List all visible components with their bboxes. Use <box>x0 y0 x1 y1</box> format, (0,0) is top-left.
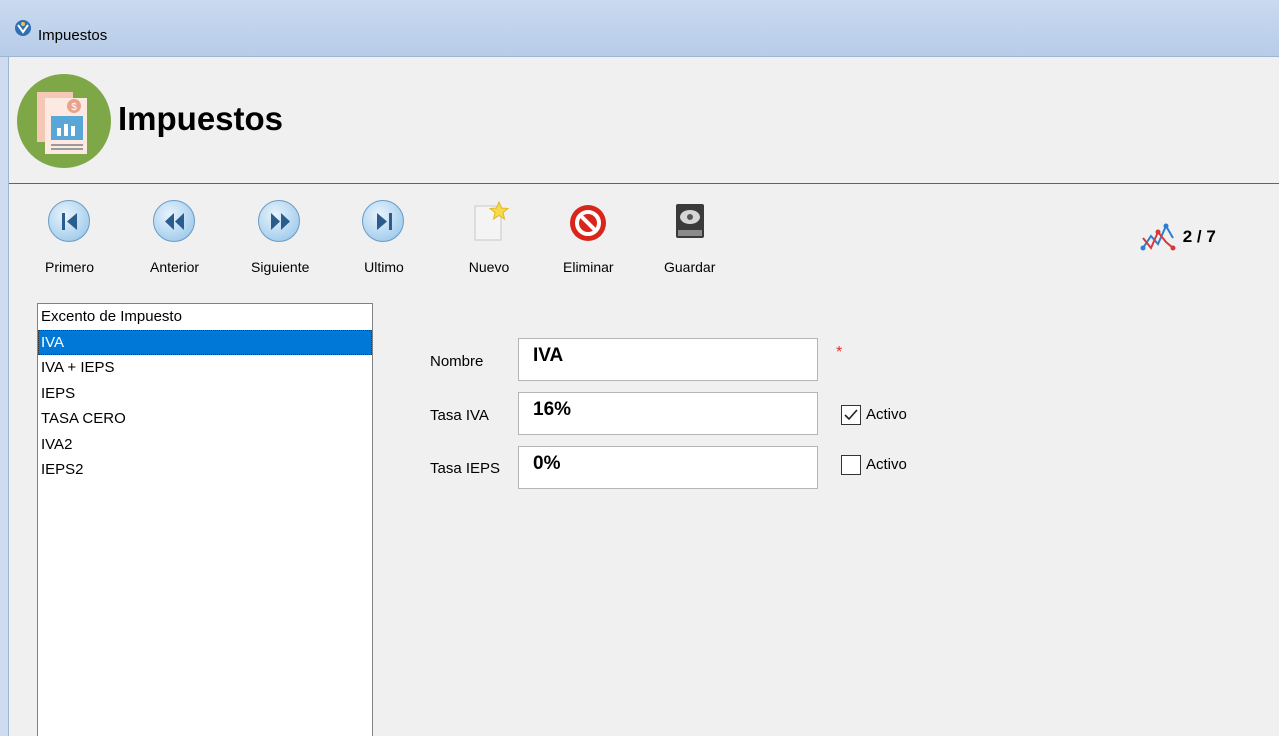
first-record-icon <box>47 200 90 242</box>
activo-iva-checkbox[interactable] <box>841 405 861 425</box>
header-divider <box>9 183 1279 184</box>
list-item[interactable]: Excento de Impuesto <box>38 304 372 330</box>
previous-record-icon <box>152 200 195 242</box>
first-button[interactable]: Primero <box>45 200 94 275</box>
delete-button[interactable]: Eliminar <box>563 200 614 275</box>
tasa-iva-field[interactable]: 16% <box>518 392 818 435</box>
list-item[interactable]: IVA2 <box>38 432 372 458</box>
save-button[interactable]: Guardar <box>664 200 715 275</box>
nombre-field[interactable]: IVA <box>518 338 818 381</box>
new-button[interactable]: Nuevo <box>467 200 511 275</box>
list-item[interactable]: IEPS <box>38 381 372 407</box>
window-titlebar[interactable]: Impuestos <box>0 0 1279 57</box>
new-button-label: Nuevo <box>468 259 510 275</box>
new-document-icon <box>474 200 510 241</box>
first-button-label: Primero <box>45 259 95 275</box>
next-button-label: Siguiente <box>251 259 310 275</box>
checkmark-icon <box>844 409 858 421</box>
delete-button-label: Eliminar <box>563 259 614 275</box>
tasa-iva-label: Tasa IVA <box>430 407 489 424</box>
delete-icon <box>570 205 607 241</box>
list-item[interactable]: TASA CERO <box>38 406 372 432</box>
save-button-label: Guardar <box>664 259 716 275</box>
record-counter-text: 2 / 7 <box>1182 227 1216 246</box>
record-counter: 2 / 7 <box>1140 220 1216 254</box>
activo-ieps-label: Activo <box>866 456 907 473</box>
previous-button-label: Anterior <box>150 259 200 275</box>
activo-ieps-checkbox[interactable] <box>841 455 861 475</box>
next-button[interactable]: Siguiente <box>251 200 309 275</box>
list-item[interactable]: IVA <box>38 329 372 355</box>
next-record-icon <box>258 200 301 242</box>
tasa-ieps-label: Tasa IEPS <box>430 460 501 477</box>
window-title: Impuestos <box>38 27 108 44</box>
previous-button[interactable]: Anterior <box>150 200 199 275</box>
nombre-label: Nombre <box>430 353 484 370</box>
page-title: Impuestos <box>118 100 284 137</box>
last-record-icon <box>362 200 404 242</box>
activo-iva-label: Activo <box>866 406 907 423</box>
tax-list[interactable]: Excento de Impuesto IVA IVA + IEPS IEPS TASA… <box>37 303 373 736</box>
tasa-ieps-field[interactable]: 0% <box>518 446 818 489</box>
required-mark: * <box>836 344 843 361</box>
last-button-label: Ultimo <box>364 259 404 275</box>
save-disk-icon <box>675 204 704 238</box>
svg-text:$: $ <box>71 102 77 113</box>
app-icon <box>15 20 31 36</box>
list-item[interactable]: IEPS2 <box>38 457 372 483</box>
window-frame-left <box>0 57 9 736</box>
last-button[interactable]: Ultimo <box>362 200 406 275</box>
chart-trend-icon <box>1140 223 1176 251</box>
taxes-logo-icon: $ <box>17 74 111 168</box>
list-item[interactable]: IVA + IEPS <box>38 355 372 381</box>
